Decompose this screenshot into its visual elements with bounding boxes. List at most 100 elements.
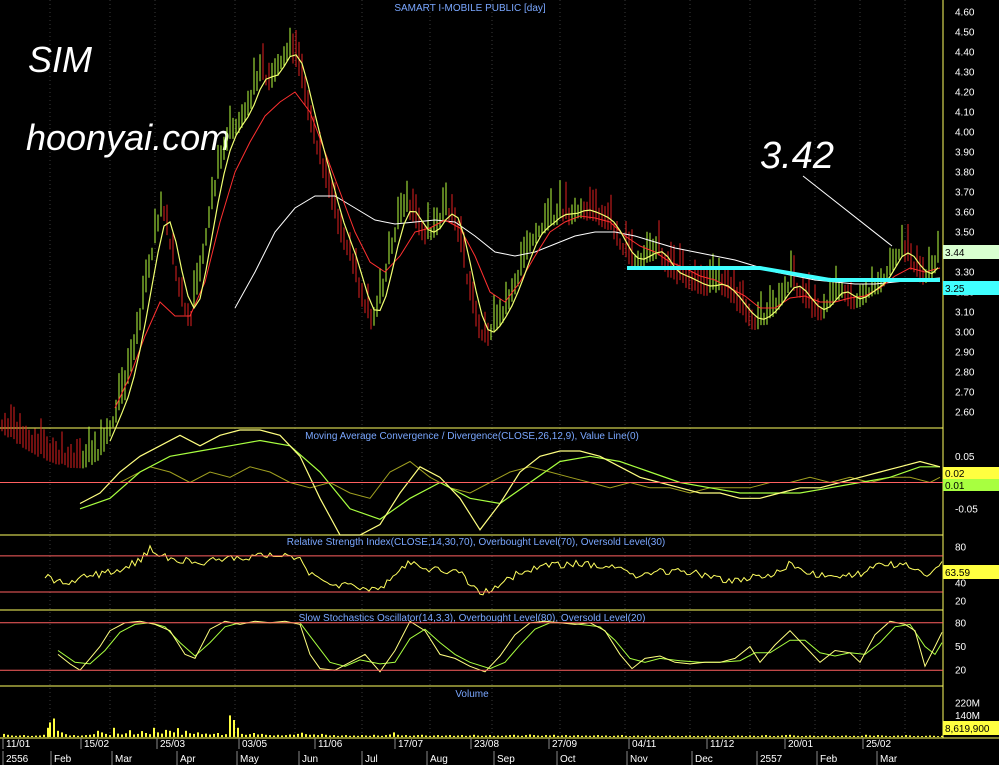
x-month-label: Jul — [365, 754, 378, 765]
volume-bar — [241, 733, 243, 737]
price-tick-label: 3.50 — [955, 228, 975, 239]
volume-bar — [601, 735, 603, 737]
volume-bar — [477, 735, 479, 737]
rsi-tick-label: 40 — [955, 578, 967, 589]
volume-bar — [905, 735, 907, 737]
volume-bar — [617, 735, 619, 737]
volume-bar — [165, 729, 167, 737]
volume-bar — [389, 734, 391, 737]
volume-bar — [605, 735, 607, 737]
volume-bar — [321, 733, 323, 737]
volume-bar — [27, 735, 29, 737]
volume-bar — [737, 735, 739, 737]
volume-bar — [861, 735, 863, 737]
volume-bar — [573, 735, 575, 737]
volume-bar — [381, 735, 383, 737]
price-tick-label: 4.00 — [955, 128, 975, 139]
volume-bar — [141, 731, 143, 737]
volume-bar — [657, 735, 659, 737]
x-month-label: Mar — [880, 754, 898, 765]
volume-bar — [609, 736, 611, 737]
volume-bar — [717, 735, 719, 737]
volume-bar — [325, 734, 327, 737]
volume-bar — [309, 734, 311, 737]
x-month-label: Apr — [180, 754, 196, 765]
volume-bar — [345, 735, 347, 737]
x-date-label: 20/01 — [788, 739, 813, 750]
volume-bar — [15, 735, 17, 737]
price-tick-label: 2.60 — [955, 408, 975, 419]
volume-bar — [125, 733, 127, 737]
volume-bar — [77, 735, 79, 737]
volume-bar — [893, 735, 895, 737]
rsi-tick-label: 20 — [955, 597, 967, 608]
volume-bar — [881, 735, 883, 737]
volume-bar — [365, 735, 367, 737]
x-month-label: Feb — [54, 754, 72, 765]
price-tick-label: 2.90 — [955, 348, 975, 359]
x-month-label: Feb — [820, 754, 838, 765]
overlay-site: hoonyai.com — [26, 117, 230, 158]
volume-bar — [229, 715, 231, 737]
volume-bar — [709, 735, 711, 737]
volume-bar — [685, 735, 687, 737]
volume-bar — [213, 733, 215, 737]
volume-bar — [257, 734, 259, 737]
volume-bar — [425, 735, 427, 737]
volume-bar — [289, 734, 291, 737]
volume-bar — [153, 727, 155, 738]
volume-bar — [249, 734, 251, 737]
price-tick-label: 3.70 — [955, 188, 975, 199]
volume-bar — [821, 735, 823, 737]
x-month-label: 2556 — [6, 754, 29, 765]
price-tick-label: 3.10 — [955, 308, 975, 319]
volume-bar — [233, 720, 235, 737]
volume-bar — [357, 735, 359, 737]
volume-bar — [169, 730, 171, 737]
macd-badge-lower-label: 0.01 — [945, 481, 965, 492]
price-tick-label: 4.20 — [955, 88, 975, 99]
price-tick-label: 3.60 — [955, 208, 975, 219]
volume-bar — [633, 735, 635, 737]
volume-bar — [93, 734, 95, 737]
volume-bar — [31, 735, 33, 737]
volume-bar — [641, 736, 643, 737]
volume-bar — [745, 736, 747, 737]
volume-bar — [333, 735, 335, 737]
volume-bar — [753, 735, 755, 737]
volume-bar — [393, 732, 395, 737]
trend-price-label: 3.25 — [945, 284, 965, 295]
volume-bar — [749, 735, 751, 737]
volume-bar — [877, 735, 879, 737]
volume-bar — [865, 734, 867, 737]
volume-bar — [445, 735, 447, 737]
chart-background — [0, 0, 999, 765]
volume-bar — [81, 735, 83, 737]
volume-bar — [329, 735, 331, 737]
x-date-label: 04/11 — [632, 739, 657, 750]
volume-bar — [85, 735, 87, 737]
volume-bar — [517, 735, 519, 737]
volume-bar — [197, 732, 199, 737]
volume-bar — [825, 735, 827, 737]
volume-bar — [537, 735, 539, 737]
volume-bar — [217, 733, 219, 737]
volume-bar — [901, 735, 903, 737]
volume-bar — [417, 735, 419, 737]
volume-bar — [857, 736, 859, 737]
volume-bar — [253, 733, 255, 737]
price-tick-label: 2.70 — [955, 388, 975, 399]
volume-bar — [885, 735, 887, 737]
volume-bar — [789, 734, 791, 737]
volume-bar — [933, 735, 935, 737]
volume-bar — [293, 734, 295, 737]
volume-bar — [741, 735, 743, 737]
macd-tick-label: 0.05 — [955, 452, 975, 463]
volume-bar — [653, 736, 655, 737]
volume-bar — [529, 734, 531, 737]
volume-bar — [777, 735, 779, 737]
volume-bar — [185, 730, 187, 737]
volume-bar — [721, 736, 723, 737]
volume-bar — [813, 735, 815, 737]
volume-bar — [205, 733, 207, 737]
